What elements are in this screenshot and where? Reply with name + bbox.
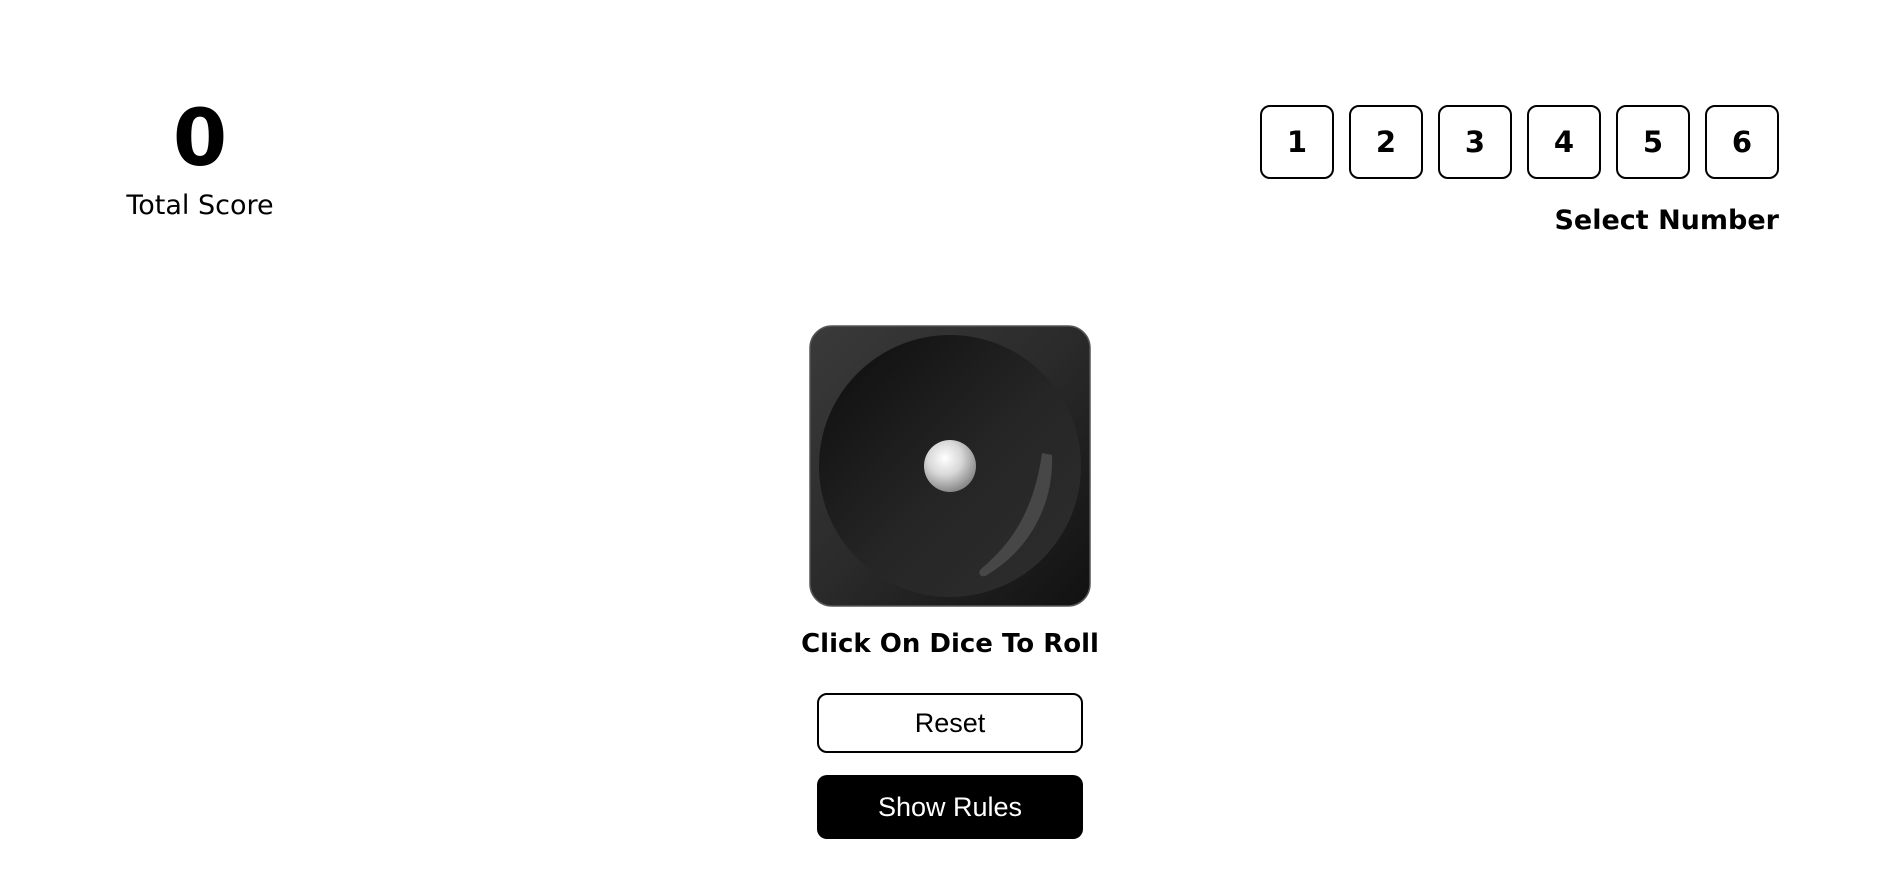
number-selector: 1 2 3 4 5 6 Select Number bbox=[1260, 105, 1779, 236]
number-option-3[interactable]: 3 bbox=[1438, 105, 1512, 179]
roll-hint-text: Click On Dice To Roll bbox=[801, 629, 1099, 659]
total-score-value: 0 bbox=[172, 94, 228, 184]
number-option-1[interactable]: 1 bbox=[1260, 105, 1334, 179]
reset-button[interactable]: Reset bbox=[817, 693, 1083, 753]
show-rules-button[interactable]: Show Rules bbox=[817, 775, 1083, 839]
number-option-6[interactable]: 6 bbox=[1705, 105, 1779, 179]
select-number-label: Select Number bbox=[1554, 205, 1779, 236]
score-panel: 0 Total Score bbox=[100, 98, 300, 221]
number-options: 1 2 3 4 5 6 bbox=[1260, 105, 1779, 179]
number-option-4[interactable]: 4 bbox=[1527, 105, 1601, 179]
dice-area: Click On Dice To Roll Reset Show Rules bbox=[760, 325, 1140, 839]
dice-face-one-icon[interactable] bbox=[809, 325, 1091, 607]
dice-pip bbox=[924, 440, 976, 492]
number-option-2[interactable]: 2 bbox=[1349, 105, 1423, 179]
number-option-5[interactable]: 5 bbox=[1616, 105, 1690, 179]
total-score-label: Total Score bbox=[126, 190, 274, 221]
dice-game-page: 0 Total Score 1 2 3 4 5 6 Select Number bbox=[0, 0, 1891, 872]
